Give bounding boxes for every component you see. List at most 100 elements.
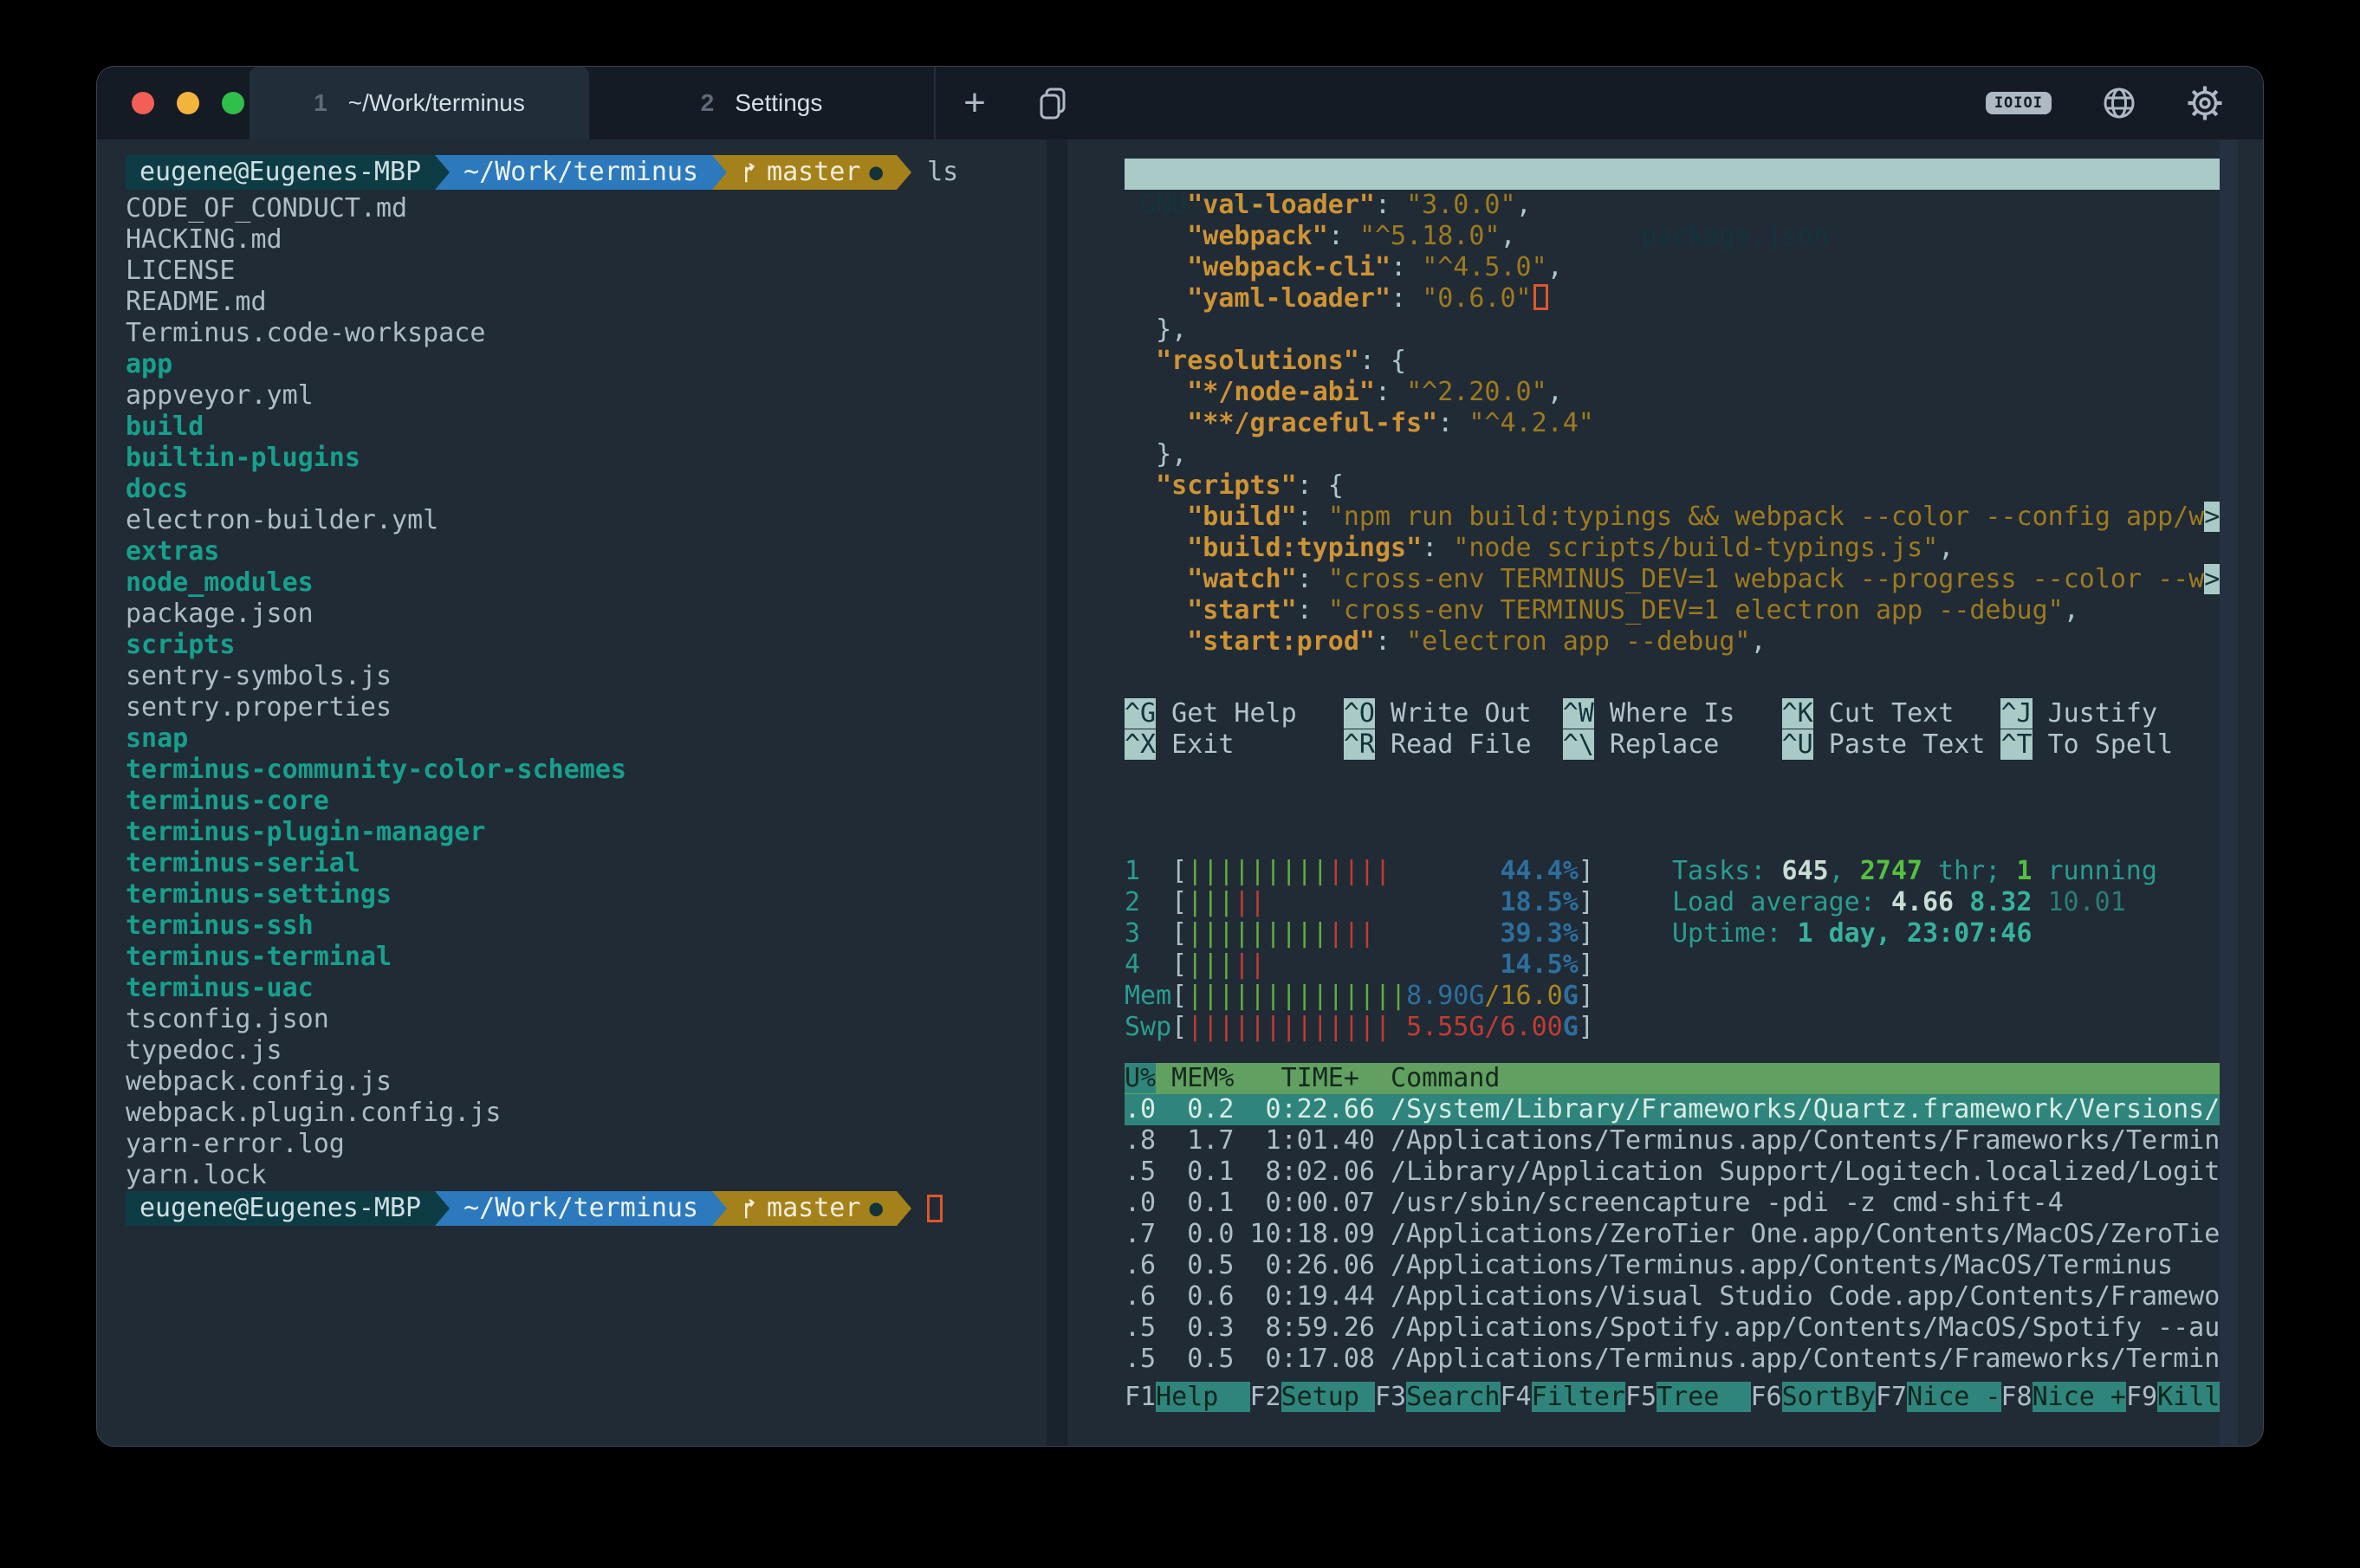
duplicate-tab-icon[interactable]: [1014, 67, 1092, 139]
fkey-label[interactable]: Kill: [2157, 1382, 2220, 1412]
meter-bars: ||||||||||||: [1187, 918, 1375, 949]
json-token: },: [1125, 439, 1187, 470]
shortcut-key: ^W: [1563, 698, 1594, 729]
meter-bracket: [: [1171, 856, 1187, 887]
json-token: [1125, 283, 1187, 314]
meter-bracket: [: [1171, 918, 1187, 949]
shortcut-label: Get Help: [1156, 698, 1297, 729]
file-entry: terminus-plugin-manager: [126, 817, 1047, 848]
file-entry: terminus-ssh: [126, 910, 1047, 942]
fkey-label[interactable]: SortBy: [1782, 1382, 1876, 1412]
json-token: ,: [1501, 221, 1516, 251]
nano-shortcut[interactable]: ^W Where Is: [1563, 698, 1782, 729]
settings-gear-icon[interactable]: [2187, 85, 2223, 121]
file-entry: sentry-symbols.js: [126, 661, 1047, 692]
fkey-label[interactable]: Nice -: [1907, 1382, 2000, 1412]
meter-bars: |||||: [1187, 949, 1265, 981]
shortcut-label: To Spell: [2033, 729, 2174, 760]
nano-shortcut[interactable]: ^G Get Help: [1125, 698, 1344, 729]
meter-label: Mem: [1125, 981, 1171, 1012]
terminal-pane-right[interactable]: GNU nano 4.5 package.json "val-loader": …: [1067, 139, 2263, 1446]
nano-shortcut[interactable]: ^K Cut Text: [1782, 698, 2001, 729]
nano-line: "**/graceful-fs": "^4.2.4": [1125, 408, 2220, 439]
pane-divider[interactable]: [1047, 139, 1067, 1446]
globe-icon[interactable]: [2102, 86, 2136, 120]
serial-port-icon[interactable]: IOIOI: [1986, 92, 2052, 114]
prompt-path: ~/Work/terminus: [464, 1191, 698, 1226]
json-token: "^4.2.4": [1469, 408, 1594, 438]
json-token: [1125, 626, 1187, 657]
nano-shortcut[interactable]: ^U Paste Text: [1782, 729, 2001, 761]
table-row[interactable]: .5 0.5 0:17.08 /Applications/Terminus.ap…: [1125, 1344, 2220, 1375]
table-row[interactable]: .6 0.5 0:26.06 /Applications/Terminus.ap…: [1125, 1250, 2220, 1281]
file-entry: node_modules: [126, 567, 1047, 599]
meter-label: 1: [1125, 856, 1171, 887]
git-branch-name: master: [767, 1191, 860, 1226]
powerline-arrow: [712, 155, 727, 190]
json-token: "cross-env TERMINUS_DEV=1 webpack --prog…: [1328, 564, 2204, 594]
json-token: [1125, 533, 1187, 563]
nano-shortcut[interactable]: ^X Exit: [1125, 729, 1344, 761]
json-token: "electron app --debug": [1406, 626, 1750, 657]
table-row[interactable]: .0 0.1 0:00.07 /usr/sbin/screencapture -…: [1125, 1188, 2220, 1219]
meter-value-part: G: [1563, 1012, 1579, 1042]
json-token: "^5.18.0": [1359, 221, 1501, 251]
nano-shortcut[interactable]: ^O Write Out: [1344, 698, 1563, 729]
fkey-label[interactable]: Setup: [1281, 1382, 1375, 1412]
maximize-button[interactable]: [222, 92, 244, 114]
sort-column-header[interactable]: U%: [1125, 1063, 1156, 1093]
minimize-button[interactable]: [177, 92, 199, 114]
json-token: : {: [1297, 470, 1344, 501]
prompt-git-segment: master ●: [727, 1191, 897, 1226]
file-entry: terminus-settings: [126, 879, 1047, 910]
json-token: :: [1437, 408, 1469, 438]
meter-bracket: [: [1171, 1012, 1187, 1043]
json-key: "build": [1187, 502, 1296, 532]
new-tab-button[interactable]: +: [936, 67, 1014, 139]
file-entry: terminus-community-color-schemes: [126, 755, 1047, 786]
file-entry: electron-builder.yml: [126, 505, 1047, 536]
json-key: "start": [1187, 595, 1296, 625]
stat-part: running: [2032, 856, 2157, 886]
htop-table-header[interactable]: U% MEM% TIME+ Command: [1125, 1063, 2220, 1094]
powerline-arrow: [897, 1191, 911, 1226]
nano-shortcut[interactable]: ^J Justify: [2000, 698, 2220, 729]
shortcut-label: Where Is: [1594, 698, 1735, 729]
meter-bar-segment: |||||||||||||: [1187, 1012, 1391, 1042]
json-token: "3.0.0": [1406, 190, 1515, 220]
fkey-label[interactable]: Search: [1406, 1382, 1500, 1412]
nano-shortcut[interactable]: ^R Read File: [1344, 729, 1563, 761]
table-row[interactable]: .6 0.6 0:19.44 /Applications/Visual Stud…: [1125, 1281, 2220, 1312]
json-token: : {: [1359, 346, 1406, 376]
nano-shortcut-row: ^X Exit^R Read File^\ Replace^U Paste Te…: [1125, 729, 2220, 761]
meter-bar-segment: ||: [1234, 949, 1265, 980]
table-row[interactable]: .7 0.0 10:18.09 /Applications/ZeroTier O…: [1125, 1219, 2220, 1250]
json-token: >: [2204, 502, 2220, 532]
file-entry: terminus-terminal: [126, 942, 1047, 973]
tab-settings[interactable]: 2 Settings: [589, 67, 936, 139]
ls-output: CODE_OF_CONDUCT.mdHACKING.mdLICENSEREADM…: [126, 193, 1047, 1191]
table-row[interactable]: .5 0.1 8:02.06 /Library/Application Supp…: [1125, 1157, 2220, 1188]
meter-body: ||||||||||||||8.90G/16.0G: [1187, 981, 1579, 1012]
table-row[interactable]: .0 0.2 0:22.66 /System/Library/Framework…: [1125, 1094, 2220, 1125]
shortcut-label: Cut Text: [1813, 698, 1955, 729]
git-status-dot: ●: [869, 1191, 883, 1226]
scrollbar[interactable]: [2220, 139, 2238, 1446]
close-button[interactable]: [132, 92, 154, 114]
tab-work-terminus[interactable]: 1 ~/Work/terminus: [250, 67, 589, 139]
nano-shortcut[interactable]: ^T To Spell: [2000, 729, 2220, 761]
json-token: :: [1422, 533, 1453, 563]
terminal-pane-left[interactable]: eugene@Eugenes-MBP~/Work/terminusmaster●…: [97, 139, 1047, 1446]
htop-meter-row: 3 [||||||||||||39.3%]: [1125, 918, 1594, 949]
fkey-label[interactable]: Nice +: [2033, 1382, 2126, 1412]
table-row[interactable]: .8 1.7 1:01.40 /Applications/Terminus.ap…: [1125, 1125, 2220, 1157]
meter-label: Swp: [1125, 1012, 1171, 1043]
stat-part: 10.01: [2048, 887, 2126, 917]
fkey-label[interactable]: Filter: [1532, 1382, 1625, 1412]
fkey-label[interactable]: Help: [1156, 1382, 1249, 1412]
json-token: [1125, 346, 1156, 376]
fkey-label[interactable]: Tree: [1657, 1382, 1750, 1412]
nano-shortcut[interactable]: ^\ Replace: [1563, 729, 1782, 761]
shortcut-key: ^\: [1563, 729, 1594, 760]
table-row[interactable]: .5 0.3 8:59.26 /Applications/Spotify.app…: [1125, 1312, 2220, 1344]
